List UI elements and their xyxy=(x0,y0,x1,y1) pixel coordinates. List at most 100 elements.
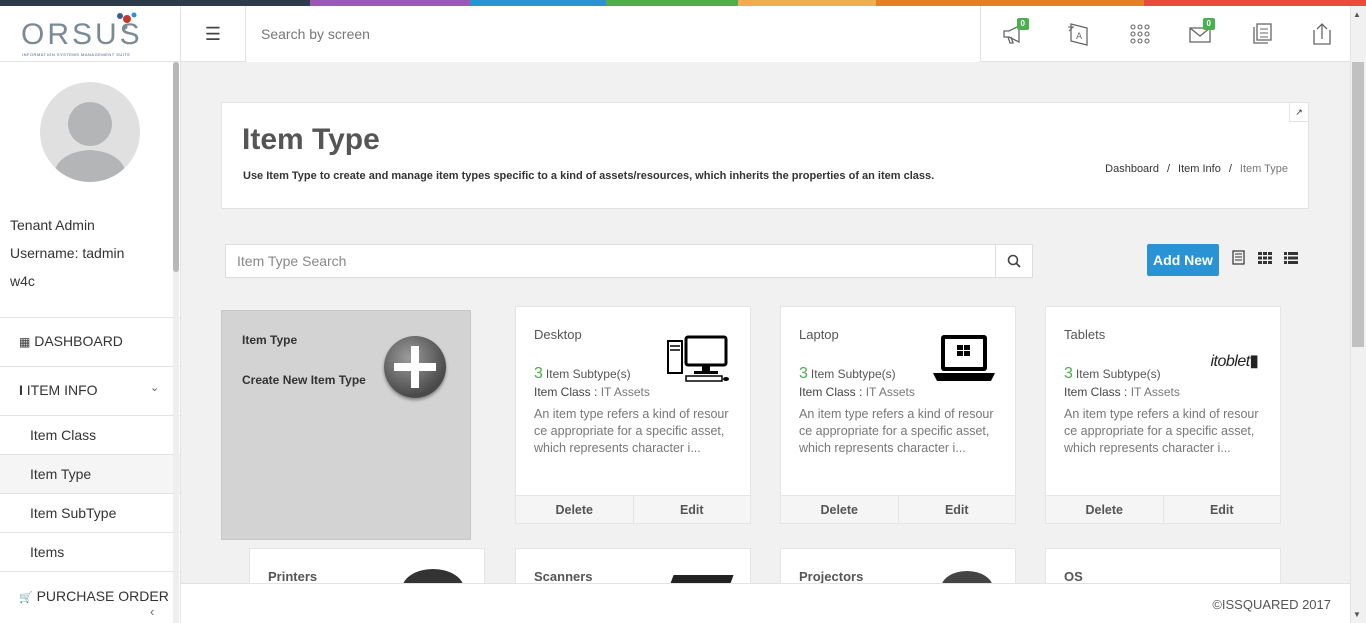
search-button[interactable] xyxy=(995,244,1033,278)
notification-badge: 0 xyxy=(1016,18,1029,30)
expand-arrow-icon: ↗ xyxy=(1295,106,1303,117)
expand-button[interactable]: ↗ xyxy=(1289,103,1308,122)
top-header: ORSUS INFORMATION SYSTEMS MANAGEMENT SUI… xyxy=(0,6,1350,62)
card-description: An item type refers a kind of resource a… xyxy=(1064,407,1259,455)
grid-icon xyxy=(1258,252,1272,264)
document-icon xyxy=(1253,23,1272,44)
sidebar-purchase-wrap: 🛒 PURCHASE ORDER xyxy=(19,588,169,604)
tenant-name: w4c xyxy=(10,273,35,289)
cart-icon: 🛒 xyxy=(19,592,33,604)
subtype-count-number: 3 xyxy=(534,365,543,382)
scroll-up-arrow-icon[interactable]: ▲ xyxy=(1353,10,1361,19)
logo[interactable]: ORSUS INFORMATION SYSTEMS MANAGEMENT SUI… xyxy=(0,6,181,62)
apps-button[interactable] xyxy=(1127,22,1155,46)
page-header-card: Item Type Use Item Type to create and ma… xyxy=(221,102,1309,209)
sidebar-item-label: Item SubType xyxy=(30,505,117,521)
reports-button[interactable] xyxy=(1249,22,1277,46)
breadcrumb-item-info[interactable]: Item Info xyxy=(1178,163,1221,175)
sidebar-item-label: Item Class xyxy=(30,427,97,443)
breadcrumb-current: Item Type xyxy=(1239,163,1288,175)
scroll-down-arrow-icon[interactable]: ▼ xyxy=(1353,610,1361,619)
item-type-card-printers[interactable]: Printers xyxy=(249,548,485,588)
subtype-count: 3 Item Subtype(s) xyxy=(799,365,896,383)
announcement-button[interactable]: 0 xyxy=(1001,18,1029,46)
list-icon xyxy=(1284,252,1298,264)
sidebar-item-item-info[interactable]: i ITEM INFO ⌄ xyxy=(0,366,180,415)
create-new-item-type-card[interactable]: Item Type Create New Item Type xyxy=(221,310,471,540)
new-card-title: Item Type xyxy=(242,333,298,347)
screen-search-input[interactable] xyxy=(246,6,980,62)
item-type-card-os[interactable]: OS xyxy=(1045,548,1281,588)
user-avatar[interactable] xyxy=(40,82,140,182)
sidebar-item-items[interactable]: Items xyxy=(0,532,180,571)
add-circle-icon xyxy=(384,336,446,398)
info-icon: i xyxy=(19,382,23,398)
subtype-count-number: 3 xyxy=(799,365,808,382)
sidebar: Tenant Admin Username: tadmin w4c ▦ DASH… xyxy=(0,62,181,623)
item-type-search-input[interactable] xyxy=(225,244,996,278)
card-name: Laptop xyxy=(799,327,839,342)
sidebar-item-item-class[interactable]: Item Class xyxy=(0,415,180,454)
page-title: Item Type xyxy=(242,123,380,156)
list-detail-icon xyxy=(1232,250,1245,265)
item-type-card-scanners[interactable]: Scanners xyxy=(515,548,751,588)
footer: ©ISSQUARED 2017 xyxy=(181,583,1350,623)
item-class-value: IT Assets xyxy=(865,385,915,399)
edit-button[interactable]: Edit xyxy=(633,496,750,523)
card-name: Printers xyxy=(268,569,318,584)
item-class-label: Item Class : xyxy=(799,385,863,399)
sidebar-item-item-type[interactable]: Item Type xyxy=(0,454,180,493)
dashboard-grid-icon: ▦ xyxy=(19,335,31,349)
sidebar-scrollbar-thumb[interactable] xyxy=(173,62,179,272)
item-type-card-tablets[interactable]: Tablets itoblet▮ 3 Item Subtype(s) Item C… xyxy=(1045,306,1281,524)
add-new-button[interactable]: Add New xyxy=(1147,244,1219,276)
sidebar-item-label: Items xyxy=(30,544,65,560)
card-actions: Delete Edit xyxy=(516,495,750,523)
table-view-button[interactable] xyxy=(1283,250,1299,266)
card-actions: Delete Edit xyxy=(1046,495,1280,523)
item-class: Item Class : IT Assets xyxy=(534,385,650,399)
edit-button[interactable]: Edit xyxy=(1163,496,1280,523)
sidebar-item-item-subtype[interactable]: Item SubType xyxy=(0,493,180,532)
delete-button[interactable]: Delete xyxy=(516,496,634,523)
grid-view-button[interactable] xyxy=(1257,250,1273,266)
card-name: Tablets xyxy=(1064,327,1106,342)
svg-text:A: A xyxy=(1076,32,1083,42)
logo-subtitle: INFORMATION SYSTEMS MANAGEMENT SUITE xyxy=(22,52,131,57)
item-type-card-laptop[interactable]: Laptop 3 Item Subtype(s) Item Class : IT … xyxy=(780,306,1016,524)
delete-button[interactable]: Delete xyxy=(781,496,899,523)
breadcrumb-separator: / xyxy=(1228,163,1232,175)
delete-button[interactable]: Delete xyxy=(1046,496,1164,523)
sidebar-item-label: ITEM INFO xyxy=(26,382,98,398)
card-description: An item type refers a kind of resource a… xyxy=(534,407,729,455)
username: Username: tadmin xyxy=(10,245,125,261)
page-description: Use Item Type to create and manage item … xyxy=(243,170,935,182)
page-scrollbar-thumb[interactable] xyxy=(1352,62,1364,347)
item-class-label: Item Class : xyxy=(1064,385,1128,399)
menu-toggle-button[interactable]: ☰ xyxy=(181,6,246,62)
subtype-count: 3 Item Subtype(s) xyxy=(1064,365,1161,383)
subtype-count-label: Item Subtype(s) xyxy=(810,367,896,381)
messages-button[interactable]: 0 xyxy=(1187,18,1215,46)
logout-button[interactable] xyxy=(1309,22,1337,46)
item-type-card-desktop[interactable]: Desktop 3 Item Subtype(s) Item Class : IT… xyxy=(515,306,751,524)
search-icon xyxy=(1007,254,1021,268)
item-class-value: IT Assets xyxy=(1130,385,1180,399)
desktop-icon xyxy=(667,335,729,382)
sidebar-item-label: PURCHASE ORDER xyxy=(36,588,169,604)
sidebar-item-dashboard[interactable]: ▦ DASHBOARD xyxy=(0,317,180,366)
subtype-count-label: Item Subtype(s) xyxy=(1075,367,1161,381)
list-view-button[interactable] xyxy=(1231,250,1247,266)
language-button[interactable]: A xyxy=(1065,22,1093,46)
breadcrumb-dashboard[interactable]: Dashboard xyxy=(1105,163,1159,175)
hamburger-icon: ☰ xyxy=(204,23,222,44)
edit-button[interactable]: Edit xyxy=(898,496,1015,523)
sidebar-collapse-chevron-icon[interactable]: ‹ xyxy=(150,604,154,619)
upload-exit-icon xyxy=(1313,23,1331,45)
sidebar-item-info-wrap: i ITEM INFO xyxy=(19,382,98,398)
item-type-card-projectors[interactable]: Projectors xyxy=(780,548,1016,588)
card-description: An item type refers a kind of resource a… xyxy=(799,407,994,455)
sidebar-item-label: Item Type xyxy=(30,466,92,482)
laptop-icon xyxy=(933,335,995,381)
card-name: Projectors xyxy=(799,569,864,584)
